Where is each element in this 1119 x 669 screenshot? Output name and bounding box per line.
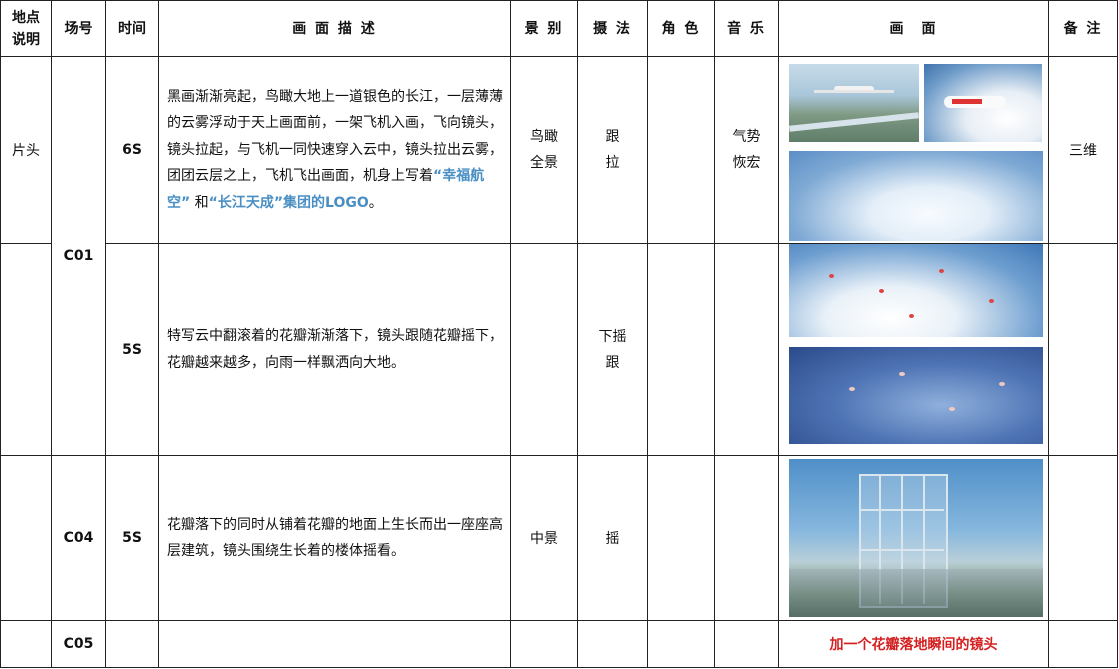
description-cell: 花瓣落下的同时从铺着花瓣的地面上生长而出一座座高层建筑，镜头围绕生长着的楼体摇看… (158, 455, 511, 621)
highlight-text: “长江天成”集团的LOGO (208, 194, 369, 211)
header-music: 音 乐 (714, 0, 779, 57)
storyboard-sheet: 地点 说明 场号 时间 画 面 描 述 景 别 摄 法 角 色 音 乐 画 面 … (0, 0, 1119, 669)
shot-size-cell (510, 620, 578, 668)
picture-note-cell: 加一个花瓣落地瞬间的镜头 (778, 620, 1049, 668)
shot-size-cell (510, 243, 578, 456)
description-cell: 黑画渐渐亮起，鸟瞰大地上一道银色的长江，一层薄薄的云雾浮动于天上画面前，一架飞机… (158, 56, 511, 244)
table-row: 片头 C01 6S 黑画渐渐亮起，鸟瞰大地上一道银色的长江，一层薄薄的云雾浮动于… (0, 56, 1118, 456)
header-location: 地点 说明 (0, 0, 52, 57)
scene-cell: C04 (51, 455, 106, 621)
location-cell: 片头 (0, 56, 52, 244)
header-description: 画 面 描 述 (158, 0, 511, 57)
role-cell (647, 455, 715, 621)
picture-cell (778, 56, 1049, 244)
header-scene: 场号 (51, 0, 106, 57)
music-cell (714, 620, 779, 668)
shot-size-cell: 鸟瞰 全景 (510, 56, 578, 244)
table-row: C05 加一个花瓣落地瞬间的镜头 (0, 620, 1118, 668)
camera-cell: 下摇 跟 (577, 243, 648, 456)
notes-cell (1048, 620, 1118, 668)
table-row: C04 5S 花瓣落下的同时从铺着花瓣的地面上生长而出一座座高层建筑，镜头围绕生… (0, 455, 1118, 621)
camera-cell (577, 620, 648, 668)
role-cell (647, 56, 715, 244)
scene-cell: C05 (51, 620, 106, 668)
time-cell: 5S (105, 455, 159, 621)
description-cell: 特写云中翻滚着的花瓣渐渐落下，镜头跟随花瓣摇下，花瓣越来越多，向雨一样飘洒向大地… (158, 243, 511, 456)
notes-cell (1048, 243, 1118, 456)
music-cell: 气势 恢宏 (714, 56, 779, 244)
header-row: 地点 说明 场号 时间 画 面 描 述 景 别 摄 法 角 色 音 乐 画 面 … (0, 0, 1118, 57)
camera-cell: 摇 (577, 455, 648, 621)
cloud-sky-image (789, 151, 1043, 241)
header-notes: 备 注 (1048, 0, 1118, 57)
description-cell (158, 620, 511, 668)
petals-falling-blue-image (789, 347, 1043, 444)
music-cell (714, 243, 779, 456)
location-cell (0, 243, 52, 456)
notes-cell: 三维 (1048, 56, 1118, 244)
camera-cell: 跟 拉 (577, 56, 648, 244)
clouds-with-petals-image (789, 244, 1043, 337)
description-text: 。 (368, 194, 383, 211)
description-text: 和 (190, 194, 209, 211)
location-cell (0, 455, 52, 621)
plane-in-clouds-branded-image (924, 64, 1042, 142)
role-cell (647, 243, 715, 456)
music-cell (714, 455, 779, 621)
picture-cell (778, 243, 1049, 456)
header-time: 时间 (105, 0, 159, 57)
plane-over-river-image (789, 64, 919, 142)
glass-tower-building-image (789, 459, 1043, 617)
table-row: 5S 特写云中翻滚着的花瓣渐渐落下，镜头跟随花瓣摇下，花瓣越来越多，向雨一样飘洒… (0, 243, 1118, 456)
header-shot-size: 景 别 (510, 0, 578, 57)
header-role: 角 色 (647, 0, 715, 57)
header-camera: 摄 法 (577, 0, 648, 57)
time-cell: 5S (105, 243, 159, 456)
picture-cell (778, 455, 1049, 621)
header-picture: 画 面 (778, 0, 1049, 57)
time-cell (105, 620, 159, 668)
storyboard-table: 地点 说明 场号 时间 画 面 描 述 景 别 摄 法 角 色 音 乐 画 面 … (0, 0, 1118, 668)
shot-size-cell: 中景 (510, 455, 578, 621)
role-cell (647, 620, 715, 668)
time-cell: 6S (105, 56, 159, 244)
notes-cell (1048, 455, 1118, 621)
location-cell (0, 620, 52, 668)
scene-cell: C01 (51, 56, 106, 456)
